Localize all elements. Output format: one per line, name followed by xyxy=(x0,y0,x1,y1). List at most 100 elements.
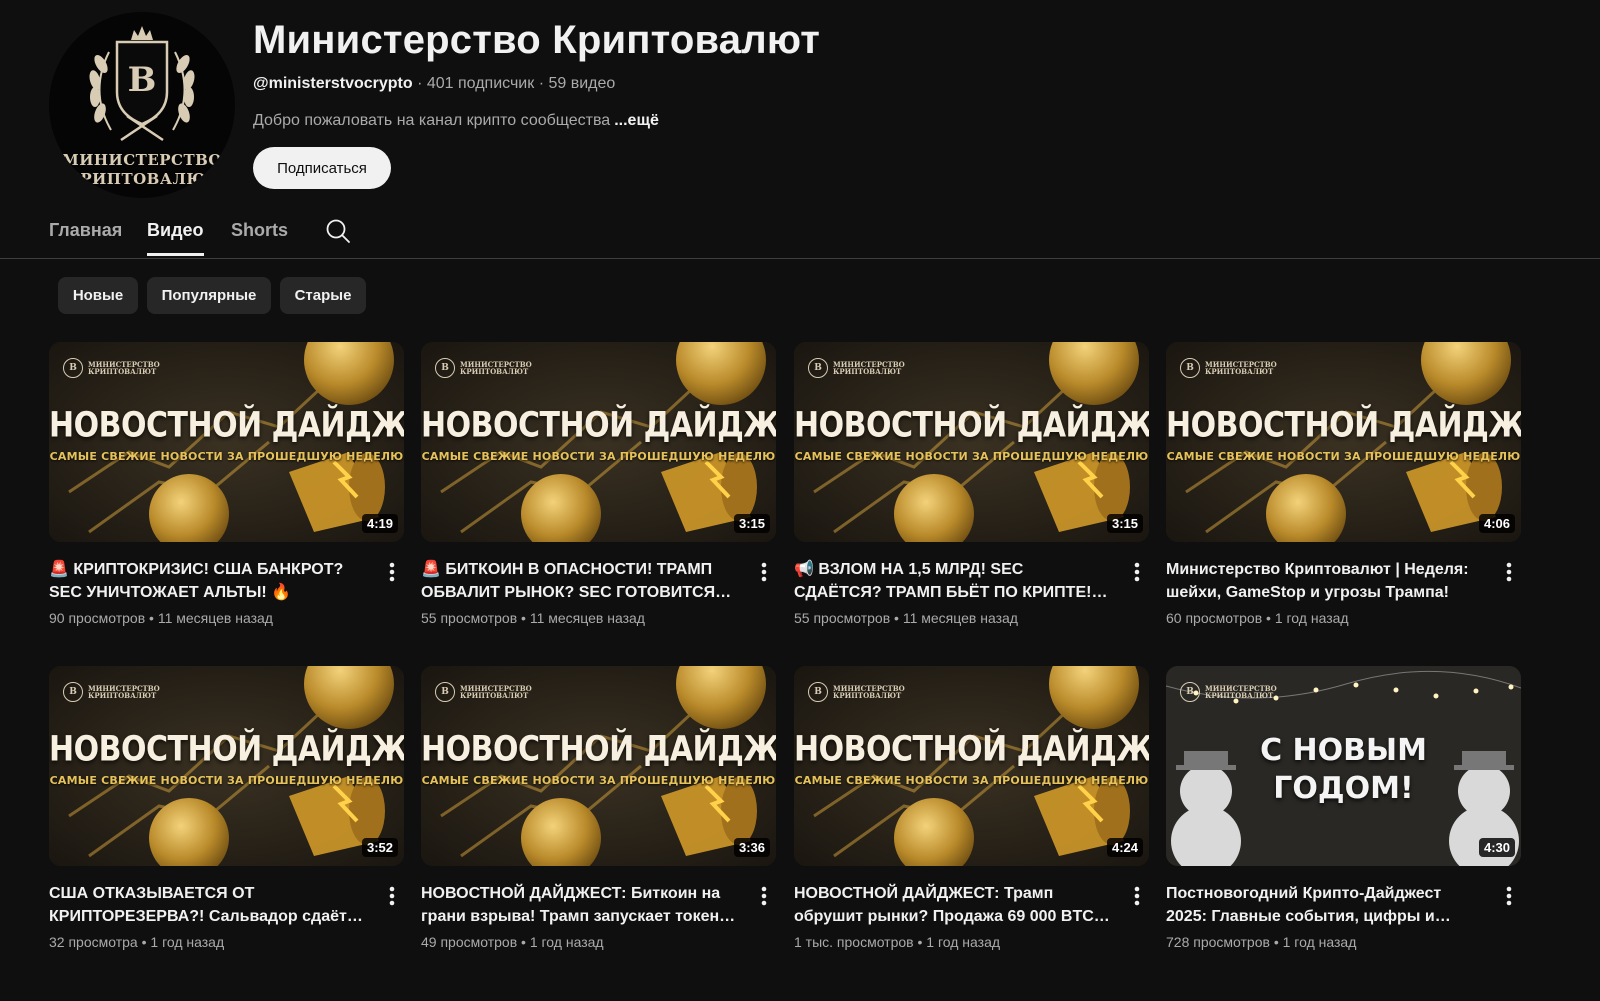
video-views: 1 тыс. просмотров xyxy=(794,934,914,950)
video-meta: 55 просмотров • 11 месяцев назад xyxy=(421,610,645,626)
thumbnail-brand: B МИНИСТЕРСТВО КРИПТОВАЛЮТ xyxy=(1180,682,1277,702)
video-title[interactable]: Постновогодний Крипто-Дайджест 2025: Гла… xyxy=(1166,882,1484,928)
video-title-text: КРИПТОКРИЗИС! США БАНКРОТ? SEC УНИЧТОЖАЕ… xyxy=(49,561,344,601)
thumbnail-brand: B МИНИСТЕРСТВО КРИПТОВАЛЮТ xyxy=(63,358,160,378)
video-card[interactable]: B МИНИСТЕРСТВО КРИПТОВАЛЮТ НОВОСТНОЙ ДАЙД… xyxy=(421,342,776,626)
video-card[interactable]: B МИНИСТЕРСТВО КРИПТОВАЛЮТ НОВОСТНОЙ ДАЙД… xyxy=(49,342,404,626)
video-card[interactable]: B МИНИСТЕРСТВО КРИПТОВАЛЮТ НОВОСТНОЙ ДАЙД… xyxy=(794,666,1149,950)
video-duration: 3:52 xyxy=(361,838,398,857)
video-views: 60 просмотров xyxy=(1166,610,1263,626)
avatar-brand-line1: МИНИСТЕРСТВО xyxy=(62,151,222,169)
tab-shorts[interactable]: Shorts xyxy=(231,220,288,256)
thumbnail-subline: САМЫЕ СВЕЖИЕ НОВОСТИ ЗА ПРОШЕДШУЮ НЕДЕЛЮ xyxy=(794,774,1149,787)
channel-description[interactable]: Добро пожаловать на канал крипто сообщес… xyxy=(253,112,659,130)
channel-meta: @ministerstvocrypto · 401 подписчик · 59… xyxy=(253,75,615,93)
thumbnail-headline-line1: С НОВЫМ xyxy=(1260,733,1427,768)
video-duration: 3:36 xyxy=(733,838,770,857)
search-icon[interactable] xyxy=(325,218,351,244)
video-duration: 3:15 xyxy=(1106,514,1143,533)
thumbnail-headline: НОВОСТНОЙ ДАЙДЖЕСТ xyxy=(421,405,776,446)
thumbnail-brand: B МИНИСТЕРСТВО КРИПТОВАЛЮТ xyxy=(1180,358,1277,378)
video-meta: 90 просмотров • 11 месяцев назад xyxy=(49,610,273,626)
thumbnail-subline: САМЫЕ СВЕЖИЕ НОВОСТИ ЗА ПРОШЕДШУЮ НЕДЕЛЮ xyxy=(49,774,404,787)
video-title[interactable]: НОВОСТНОЙ ДАЙДЖЕСТ: Трамп обрушит рынки?… xyxy=(794,882,1112,928)
video-card[interactable]: B МИНИСТЕРСТВО КРИПТОВАЛЮТ С НОВЫМ ГОДОМ!… xyxy=(1166,666,1521,950)
video-title[interactable]: НОВОСТНОЙ ДАЙДЖЕСТ: Биткоин на грани взр… xyxy=(421,882,739,928)
video-meta: 49 просмотров • 1 год назад xyxy=(421,934,604,950)
more-vert-icon[interactable] xyxy=(382,560,402,584)
more-vert-icon[interactable] xyxy=(754,884,774,908)
chip-newest[interactable]: Новые xyxy=(58,277,138,314)
video-card[interactable]: B МИНИСТЕРСТВО КРИПТОВАЛЮТ НОВОСТНОЙ ДАЙД… xyxy=(1166,342,1521,626)
video-age: 1 год назад xyxy=(1274,610,1349,626)
title-emoji: 🚨 xyxy=(49,561,69,578)
video-title-text: США ОТКАЗЫВАЕТСЯ ОТ КРИПТОРЕЗЕРВА?! Саль… xyxy=(49,885,347,925)
video-card[interactable]: B МИНИСТЕРСТВО КРИПТОВАЛЮТ НОВОСТНОЙ ДАЙД… xyxy=(421,666,776,950)
brand-mini-logo: B xyxy=(63,682,83,702)
video-card[interactable]: B МИНИСТЕРСТВО КРИПТОВАЛЮТ НОВОСТНОЙ ДАЙД… xyxy=(49,666,404,950)
tab-videos[interactable]: Видео xyxy=(147,220,204,256)
tab-home[interactable]: Главная xyxy=(49,220,122,256)
brand-mini-logo: B xyxy=(435,358,455,378)
meta-separator: • xyxy=(890,610,903,626)
chip-oldest[interactable]: Старые xyxy=(280,277,366,314)
video-title-text: БИТКОИН В ОПАСНОСТИ! ТРАМП ОБВАЛИТ РЫНОК… xyxy=(421,561,716,601)
brand-mini-line2: КРИПТОВАЛЮТ xyxy=(460,691,529,700)
video-thumbnail[interactable]: B МИНИСТЕРСТВО КРИПТОВАЛЮТ НОВОСТНОЙ ДАЙД… xyxy=(794,342,1149,542)
thumbnail-subline: САМЫЕ СВЕЖИЕ НОВОСТИ ЗА ПРОШЕДШУЮ НЕДЕЛЮ xyxy=(794,450,1149,463)
brand-mini-line2: КРИПТОВАЛЮТ xyxy=(88,691,157,700)
video-duration: 4:24 xyxy=(1106,838,1143,857)
video-age: 11 месяцев назад xyxy=(902,610,1018,626)
thumbnail-headline: НОВОСТНОЙ ДАЙДЖЕСТ xyxy=(49,729,404,770)
video-title[interactable]: 🚨 КРИПТОКРИЗИС! США БАНКРОТ? SEC УНИЧТОЖ… xyxy=(49,558,367,604)
channel-handle[interactable]: @ministerstvocrypto xyxy=(253,75,413,92)
video-title[interactable]: Министерство Криптовалют | Неделя: шейхи… xyxy=(1166,558,1484,604)
brand-mini-logo: B xyxy=(1180,358,1200,378)
video-thumbnail[interactable]: B МИНИСТЕРСТВО КРИПТОВАЛЮТ НОВОСТНОЙ ДАЙД… xyxy=(794,666,1149,866)
video-age: 1 год назад xyxy=(926,934,1001,950)
avatar-brand-line2: КРИПТОВАЛЮТ xyxy=(66,170,218,188)
video-thumbnail[interactable]: B МИНИСТЕРСТВО КРИПТОВАЛЮТ НОВОСТНОЙ ДАЙД… xyxy=(421,342,776,542)
description-more-link[interactable]: ...ещё xyxy=(614,112,659,129)
thumbnail-brand: B МИНИСТЕРСТВО КРИПТОВАЛЮТ xyxy=(808,682,905,702)
meta-separator: • xyxy=(1262,610,1275,626)
video-title-text: Постновогодний Крипто-Дайджест 2025: Гла… xyxy=(1166,885,1442,925)
video-meta: 60 просмотров • 1 год назад xyxy=(1166,610,1349,626)
video-card[interactable]: B МИНИСТЕРСТВО КРИПТОВАЛЮТ НОВОСТНОЙ ДАЙД… xyxy=(794,342,1149,626)
thumbnail-subline: САМЫЕ СВЕЖИЕ НОВОСТИ ЗА ПРОШЕДШУЮ НЕДЕЛЮ xyxy=(49,450,404,463)
video-title[interactable]: 📢 ВЗЛОМ НА 1,5 МЛРД! SEC СДАЁТСЯ? ТРАМП … xyxy=(794,558,1112,604)
more-vert-icon[interactable] xyxy=(754,560,774,584)
video-thumbnail[interactable]: B МИНИСТЕРСТВО КРИПТОВАЛЮТ НОВОСТНОЙ ДАЙД… xyxy=(1166,342,1521,542)
meta-separator: • xyxy=(517,610,530,626)
thumbnail-headline: НОВОСТНОЙ ДАЙДЖЕСТ xyxy=(794,405,1149,446)
video-thumbnail[interactable]: B МИНИСТЕРСТВО КРИПТОВАЛЮТ НОВОСТНОЙ ДАЙД… xyxy=(49,342,404,542)
brand-mini-logo: B xyxy=(435,682,455,702)
video-meta: 1 тыс. просмотров • 1 год назад xyxy=(794,934,1000,950)
video-thumbnail[interactable]: B МИНИСТЕРСТВО КРИПТОВАЛЮТ С НОВЫМ ГОДОМ!… xyxy=(1166,666,1521,866)
more-vert-icon[interactable] xyxy=(1127,884,1147,908)
thumbnail-headline: С НОВЫМ ГОДОМ! xyxy=(1166,732,1521,808)
meta-separator: • xyxy=(517,934,530,950)
more-vert-icon[interactable] xyxy=(1127,560,1147,584)
thumbnail-subline: САМЫЕ СВЕЖИЕ НОВОСТИ ЗА ПРОШЕДШУЮ НЕДЕЛЮ xyxy=(421,774,776,787)
video-title-text: Министерство Криптовалют | Неделя: шейхи… xyxy=(1166,561,1469,601)
video-age: 1 год назад xyxy=(150,934,225,950)
thumbnail-headline-line2: ГОДОМ! xyxy=(1273,771,1414,806)
video-views: 55 просмотров xyxy=(794,610,891,626)
thumbnail-headline: НОВОСТНОЙ ДАЙДЖЕСТ xyxy=(49,405,404,446)
more-vert-icon[interactable] xyxy=(1499,560,1519,584)
chip-popular[interactable]: Популярные xyxy=(147,277,271,314)
video-views: 55 просмотров xyxy=(421,610,518,626)
meta-separator: • xyxy=(1269,934,1283,950)
title-emoji: 🚨 xyxy=(421,561,441,578)
video-thumbnail[interactable]: B МИНИСТЕРСТВО КРИПТОВАЛЮТ НОВОСТНОЙ ДАЙД… xyxy=(421,666,776,866)
video-title[interactable]: 🚨 БИТКОИН В ОПАСНОСТИ! ТРАМП ОБВАЛИТ РЫН… xyxy=(421,558,739,604)
video-meta: 728 просмотров • 1 год назад xyxy=(1166,934,1356,950)
video-duration: 4:30 xyxy=(1478,838,1515,857)
video-thumbnail[interactable]: B МИНИСТЕРСТВО КРИПТОВАЛЮТ НОВОСТНОЙ ДАЙД… xyxy=(49,666,404,866)
video-title[interactable]: США ОТКАЗЫВАЕТСЯ ОТ КРИПТОРЕЗЕРВА?! Саль… xyxy=(49,882,367,928)
video-duration: 4:19 xyxy=(361,514,398,533)
more-vert-icon[interactable] xyxy=(382,884,402,908)
subscribe-button[interactable]: Подписаться xyxy=(253,147,391,189)
more-vert-icon[interactable] xyxy=(1499,884,1519,908)
